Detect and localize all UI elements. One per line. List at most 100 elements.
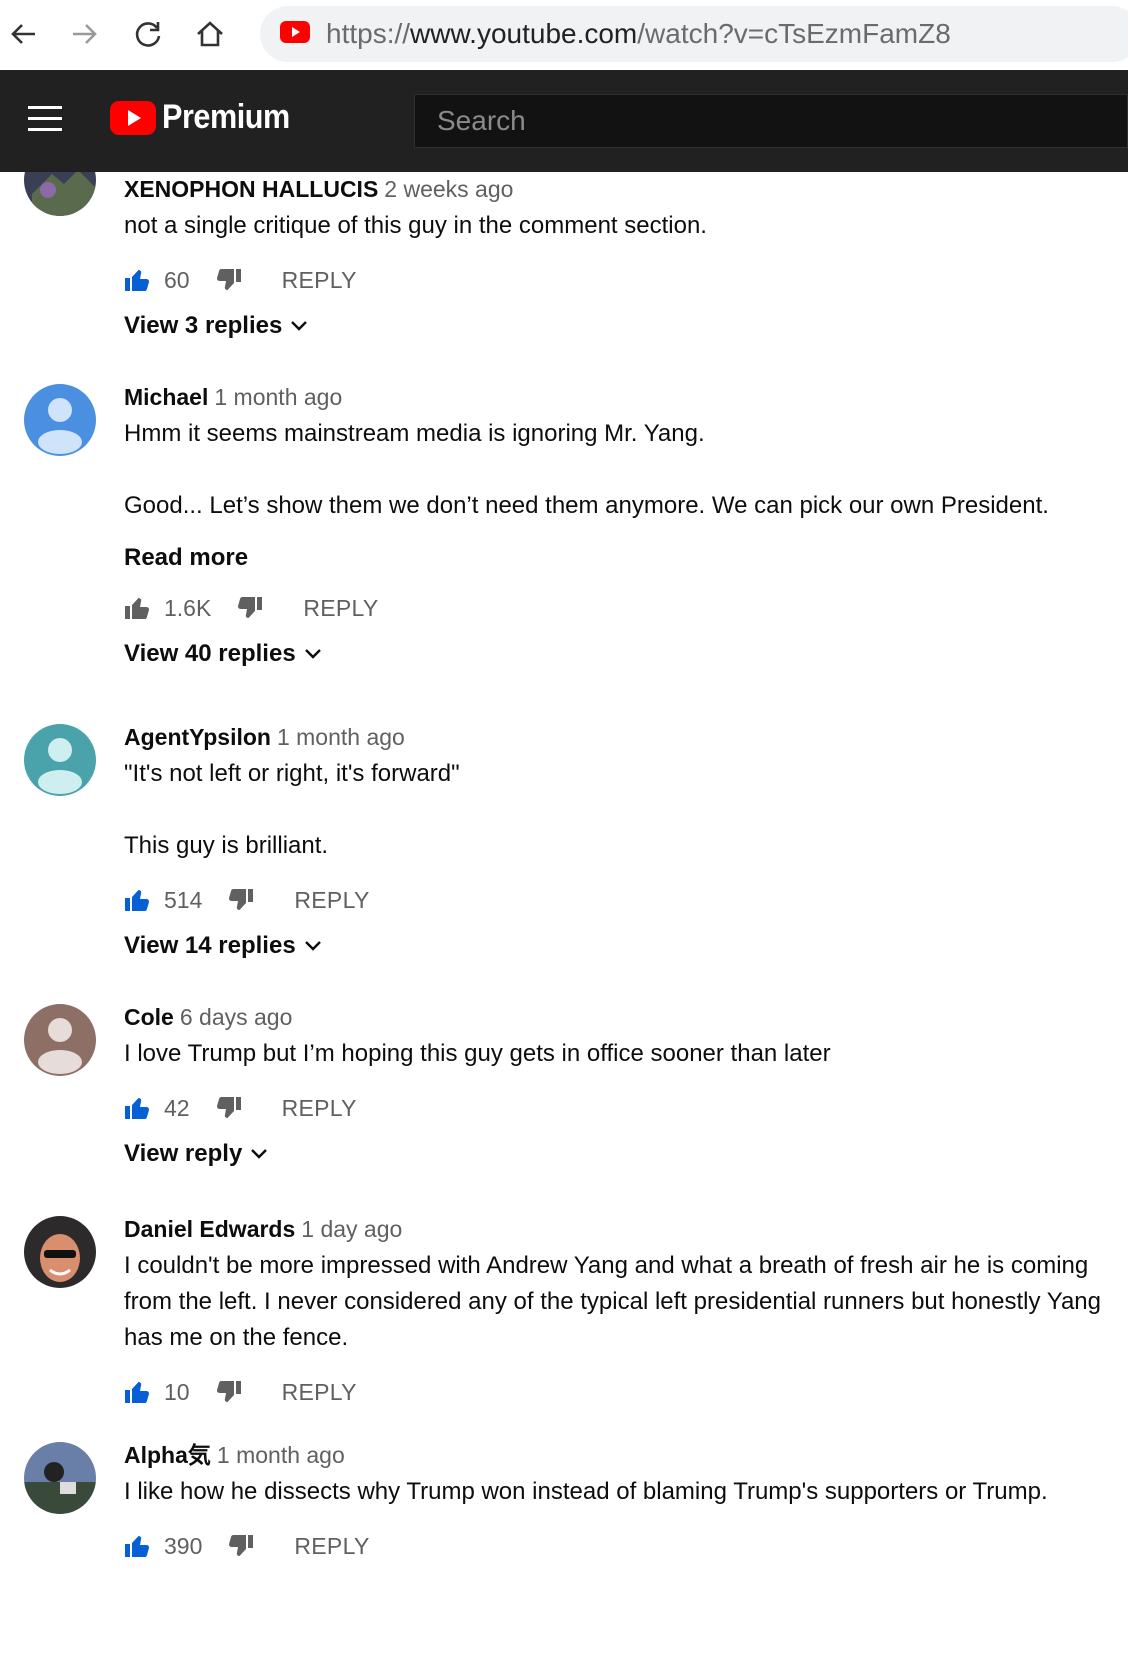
comment-author[interactable]: Daniel Edwards	[124, 1216, 295, 1242]
comment-text: Hmm it seems mainstream media is ignorin…	[124, 416, 1114, 524]
like-icon[interactable]	[124, 1096, 150, 1120]
comment-time[interactable]: 1 day ago	[301, 1216, 402, 1242]
chevron-down-icon	[251, 1149, 268, 1159]
avatar[interactable]	[24, 724, 96, 796]
like-count: 390	[164, 1532, 203, 1559]
comment-actions: 1.6K REPLY	[124, 588, 1114, 628]
url-path: /watch?v=cTsEzmFamZ8	[637, 18, 951, 49]
reply-button[interactable]: REPLY	[303, 595, 378, 622]
comment-author[interactable]: XENOPHON HALLUCIS	[124, 176, 378, 202]
dislike-icon[interactable]	[228, 888, 254, 912]
comment-header: Daniel Edwards 1 day ago	[124, 1214, 1114, 1244]
reply-button[interactable]: REPLY	[282, 267, 357, 294]
reply-button[interactable]: REPLY	[294, 1533, 369, 1560]
comment-paragraph: not a single critique of this guy in the…	[124, 212, 707, 239]
reply-button[interactable]: REPLY	[282, 1379, 357, 1406]
search-input[interactable]	[435, 104, 1099, 138]
like-count: 1.6K	[164, 594, 212, 621]
url-scheme: https://	[326, 18, 411, 49]
comment-header: Cole 6 days ago	[124, 1002, 1114, 1032]
comment-paragraph: Hmm it seems mainstream media is ignorin…	[124, 420, 705, 447]
comment-time[interactable]: 2 weeks ago	[384, 176, 513, 202]
like-icon[interactable]	[124, 268, 150, 292]
comment-paragraph: I couldn't be more impressed with Andrew…	[124, 1252, 1102, 1351]
forward-icon[interactable]	[62, 12, 106, 56]
dislike-icon[interactable]	[216, 1380, 242, 1404]
logo-text: Premium	[162, 98, 290, 136]
dislike-icon[interactable]	[216, 268, 242, 292]
comment-author[interactable]: Michael	[124, 384, 208, 410]
comment-author[interactable]: AgentYpsilon	[124, 724, 271, 750]
dislike-icon[interactable]	[216, 1096, 242, 1120]
comment-header: Alpha気 1 month ago	[124, 1440, 1114, 1470]
search-box[interactable]	[414, 94, 1128, 148]
comment-header: AgentYpsilon 1 month ago	[124, 722, 1114, 752]
view-replies-label: View 40 replies	[124, 640, 296, 667]
like-count: 42	[164, 1094, 190, 1121]
comment-text: "It's not left or right, it's forward" Th…	[124, 756, 1114, 864]
like-icon[interactable]	[124, 596, 150, 620]
home-icon[interactable]	[188, 12, 232, 56]
menu-icon[interactable]	[28, 106, 62, 132]
dislike-icon[interactable]	[237, 596, 263, 620]
comment-text: I couldn't be more impressed with Andrew…	[124, 1248, 1114, 1356]
comment-text: not a single critique of this guy in the…	[124, 208, 1114, 244]
dislike-icon[interactable]	[228, 1534, 254, 1558]
view-replies-label: View 3 replies	[124, 312, 283, 339]
comment-body: XENOPHON HALLUCIS 2 weeks ago not a single…	[124, 174, 1114, 340]
comment-time[interactable]: 6 days ago	[180, 1004, 293, 1030]
view-replies-button[interactable]: View 40 replies	[124, 640, 1114, 668]
chevron-down-icon	[304, 941, 321, 951]
comment-paragraph: I love Trump but I’m hoping this guy get…	[124, 1040, 831, 1067]
reply-button[interactable]: REPLY	[294, 887, 369, 914]
like-count: 60	[164, 266, 190, 293]
chevron-down-icon	[304, 649, 321, 659]
read-more-link[interactable]: Read more	[124, 544, 1114, 572]
address-bar[interactable]: https://www.youtube.com/watch?v=cTsEzmFa…	[260, 6, 1128, 62]
like-count: 10	[164, 1378, 190, 1405]
youtube-play-icon	[110, 100, 156, 135]
comment-time[interactable]: 1 month ago	[277, 724, 405, 750]
comment-actions: 42 REPLY	[124, 1088, 1114, 1128]
avatar[interactable]	[24, 1004, 96, 1076]
chevron-down-icon	[291, 321, 308, 331]
back-icon[interactable]	[2, 12, 46, 56]
comment-paragraph: Good... Let’s show them we don’t need th…	[124, 492, 1049, 519]
avatar[interactable]	[24, 1442, 96, 1514]
comment-actions: 390 REPLY	[124, 1526, 1114, 1566]
comment-actions: 514 REPLY	[124, 880, 1114, 920]
reply-button[interactable]: REPLY	[282, 1095, 357, 1122]
view-replies-label: View 14 replies	[124, 932, 296, 959]
browser-toolbar: https://www.youtube.com/watch?v=cTsEzmFa…	[0, 0, 1128, 68]
comment-actions: 60 REPLY	[124, 260, 1114, 300]
youtube-premium-logo[interactable]: Premium	[110, 98, 304, 137]
like-icon[interactable]	[124, 1380, 150, 1404]
comment-header: XENOPHON HALLUCIS 2 weeks ago	[124, 174, 1114, 204]
comment-time[interactable]: 1 month ago	[217, 1442, 345, 1468]
youtube-header: Premium	[0, 70, 1128, 172]
view-replies-label: View reply	[124, 1140, 243, 1167]
view-replies-button[interactable]: View 3 replies	[124, 312, 1114, 340]
comment-header: Michael 1 month ago	[124, 382, 1114, 412]
comment-paragraph: I like how he dissects why Trump won ins…	[124, 1478, 1048, 1505]
view-replies-button[interactable]: View reply	[124, 1140, 1114, 1168]
like-icon[interactable]	[124, 1534, 150, 1558]
comment-author[interactable]: Alpha気	[124, 1442, 211, 1468]
comment-author[interactable]: Cole	[124, 1004, 174, 1030]
reload-icon[interactable]	[126, 12, 170, 56]
comment-paragraph: "It's not left or right, it's forward"	[124, 760, 460, 787]
comment-time[interactable]: 1 month ago	[214, 384, 342, 410]
avatar[interactable]	[24, 1216, 96, 1288]
comment-body: AgentYpsilon 1 month ago "It's not left or…	[124, 722, 1114, 960]
url-text: https://www.youtube.com/watch?v=cTsEzmFa…	[326, 18, 951, 50]
comment-text: I love Trump but I’m hoping this guy get…	[124, 1036, 1114, 1072]
comment-body: Alpha気 1 month ago I like how he dissects …	[124, 1440, 1114, 1566]
comment-body: Daniel Edwards 1 day ago I couldn't be mor…	[124, 1214, 1114, 1412]
comment-body: Cole 6 days ago I love Trump but I’m hopin…	[124, 1002, 1114, 1168]
like-icon[interactable]	[124, 888, 150, 912]
like-count: 514	[164, 886, 203, 913]
avatar[interactable]	[24, 384, 96, 456]
youtube-favicon-icon	[280, 18, 310, 50]
view-replies-button[interactable]: View 14 replies	[124, 932, 1114, 960]
comment-paragraph: This guy is brilliant.	[124, 832, 329, 859]
